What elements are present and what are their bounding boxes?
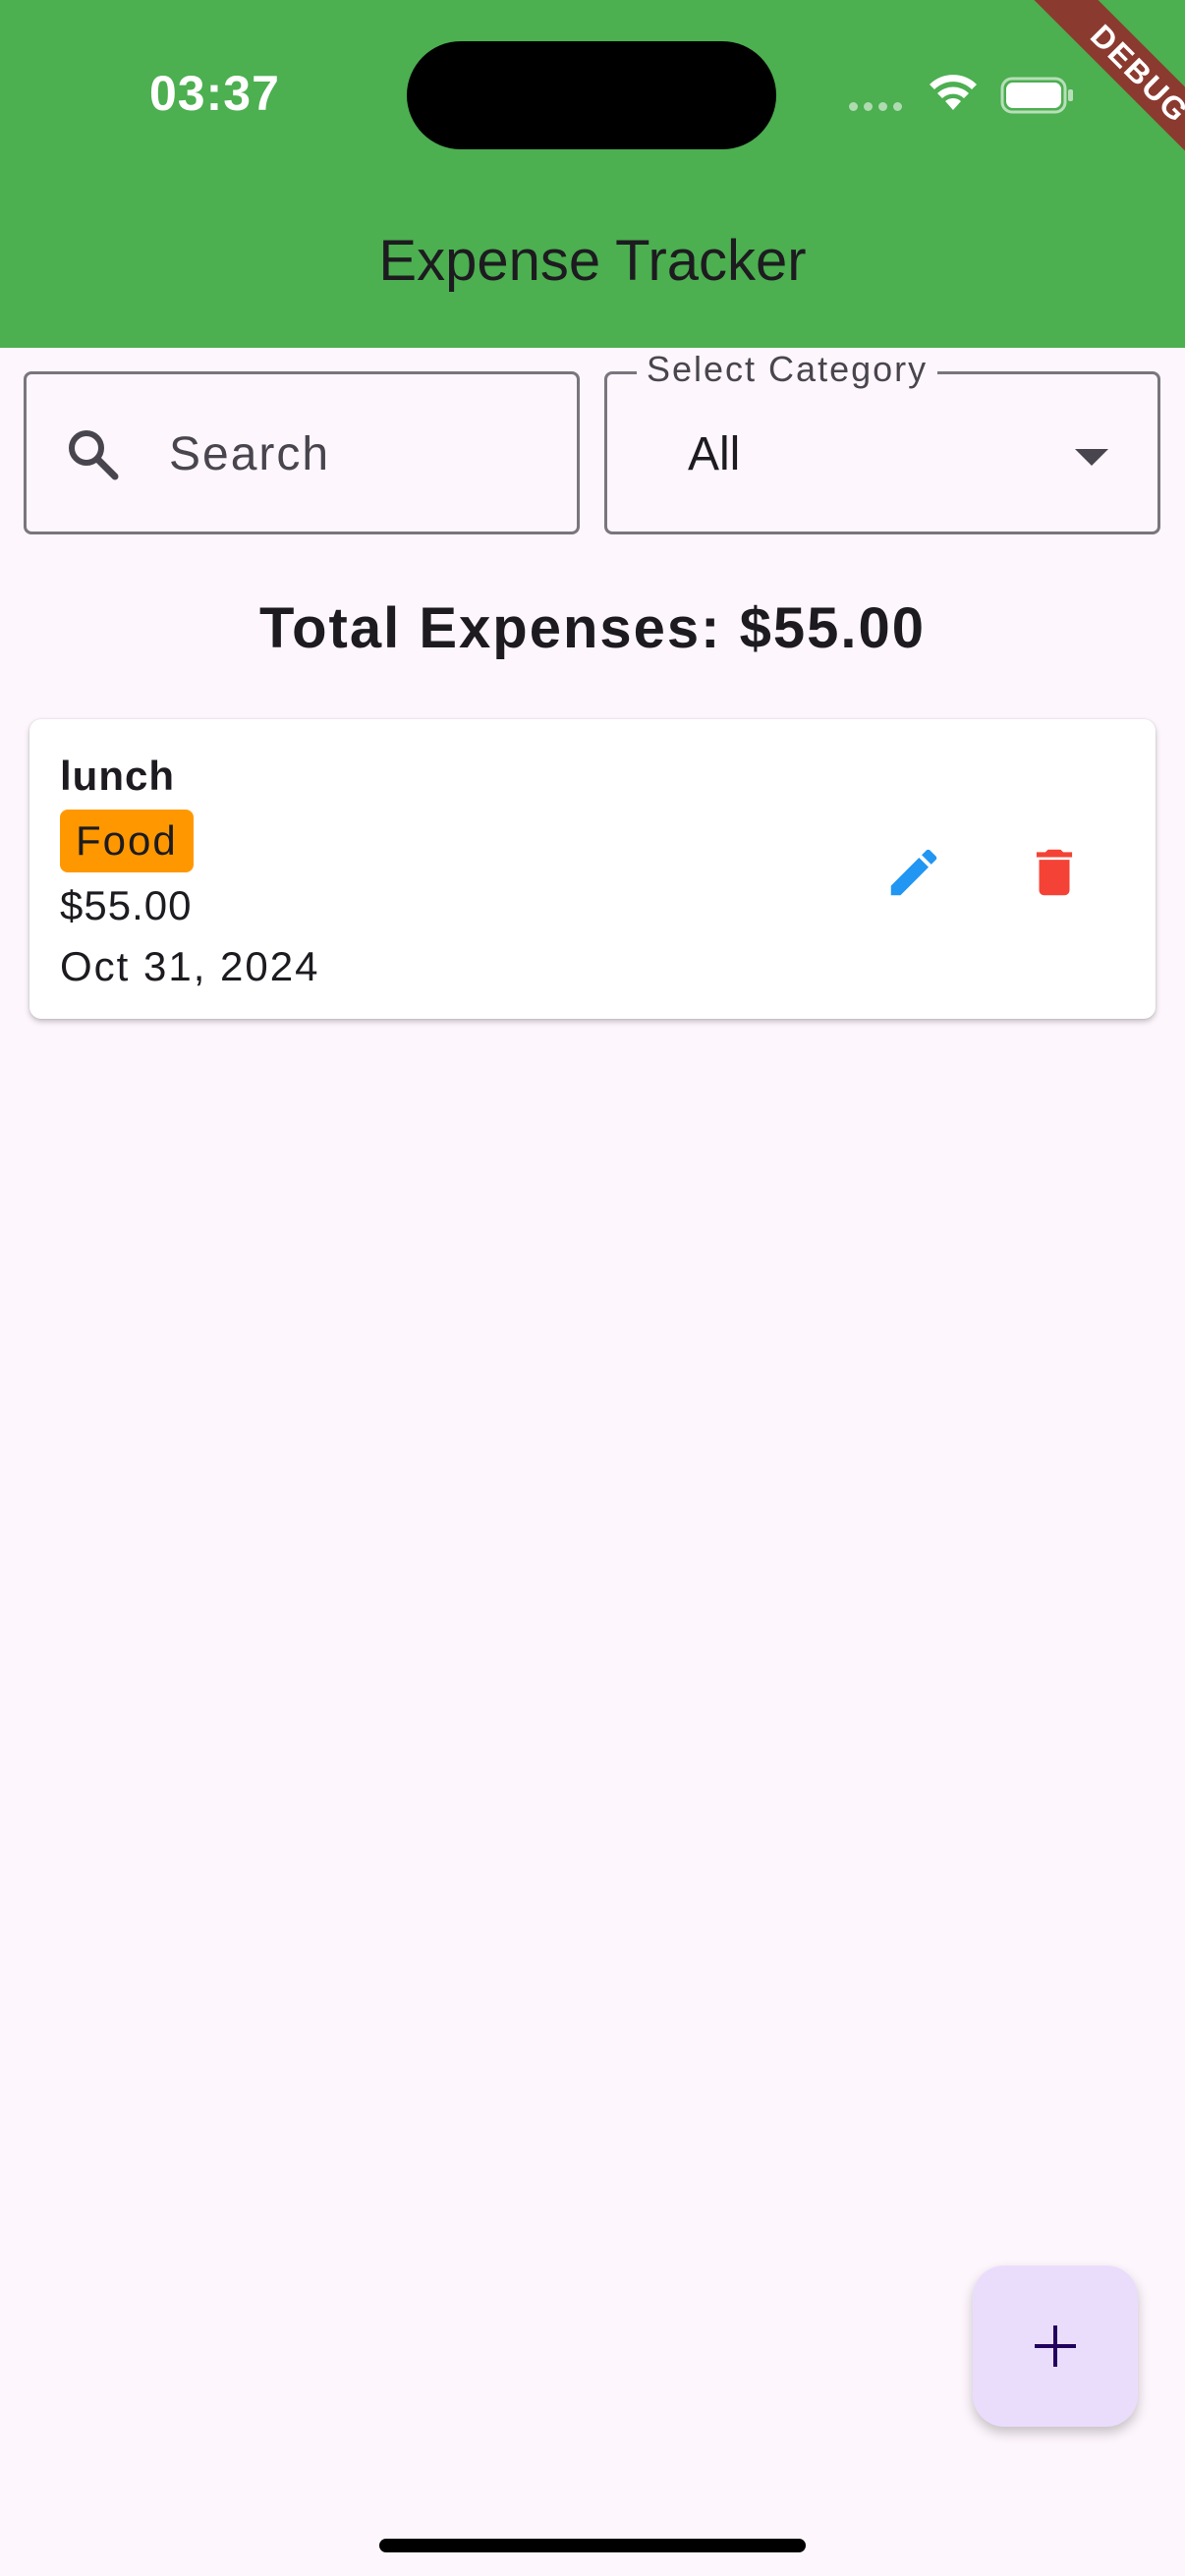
category-dropdown-value: All — [688, 428, 741, 480]
dropdown-arrow-icon — [1075, 449, 1108, 466]
app-title: Expense Tracker — [378, 229, 807, 293]
total-expenses: Total Expenses: $55.00 — [258, 596, 926, 660]
expense-card[interactable]: lunch Food $55.00 Oct 31, 2024 — [29, 719, 1156, 1019]
add-icon — [1035, 2325, 1076, 2367]
expense-date: Oct 31, 2024 — [60, 943, 320, 989]
edit-button[interactable] — [875, 833, 953, 912]
expense-title: lunch — [60, 753, 175, 799]
trash-icon — [1036, 849, 1073, 896]
search-placeholder: Search — [169, 428, 331, 480]
add-expense-button[interactable] — [973, 2266, 1138, 2427]
home-indicator[interactable] — [379, 2539, 806, 2552]
delete-button[interactable] — [1015, 833, 1094, 912]
dynamic-island — [407, 41, 776, 149]
battery-icon — [1000, 77, 1073, 114]
pencil-icon — [890, 849, 937, 896]
expense-amount: $55.00 — [60, 882, 193, 928]
search-input[interactable]: Search — [24, 371, 580, 534]
app-bar: 03:37 Expense Tracker — [0, 0, 1185, 348]
category-dropdown[interactable]: Select Category All — [604, 349, 1160, 534]
expense-tracker-screen: 03:37 Expense Tracker DEBUG Search Selec… — [0, 0, 1185, 2576]
wifi-icon — [930, 75, 977, 110]
category-chip: Food — [60, 810, 194, 872]
cellular-signal-icon — [849, 102, 902, 111]
search-icon — [69, 430, 119, 480]
category-dropdown-label: Select Category — [637, 349, 938, 390]
status-time: 03:37 — [149, 66, 280, 121]
